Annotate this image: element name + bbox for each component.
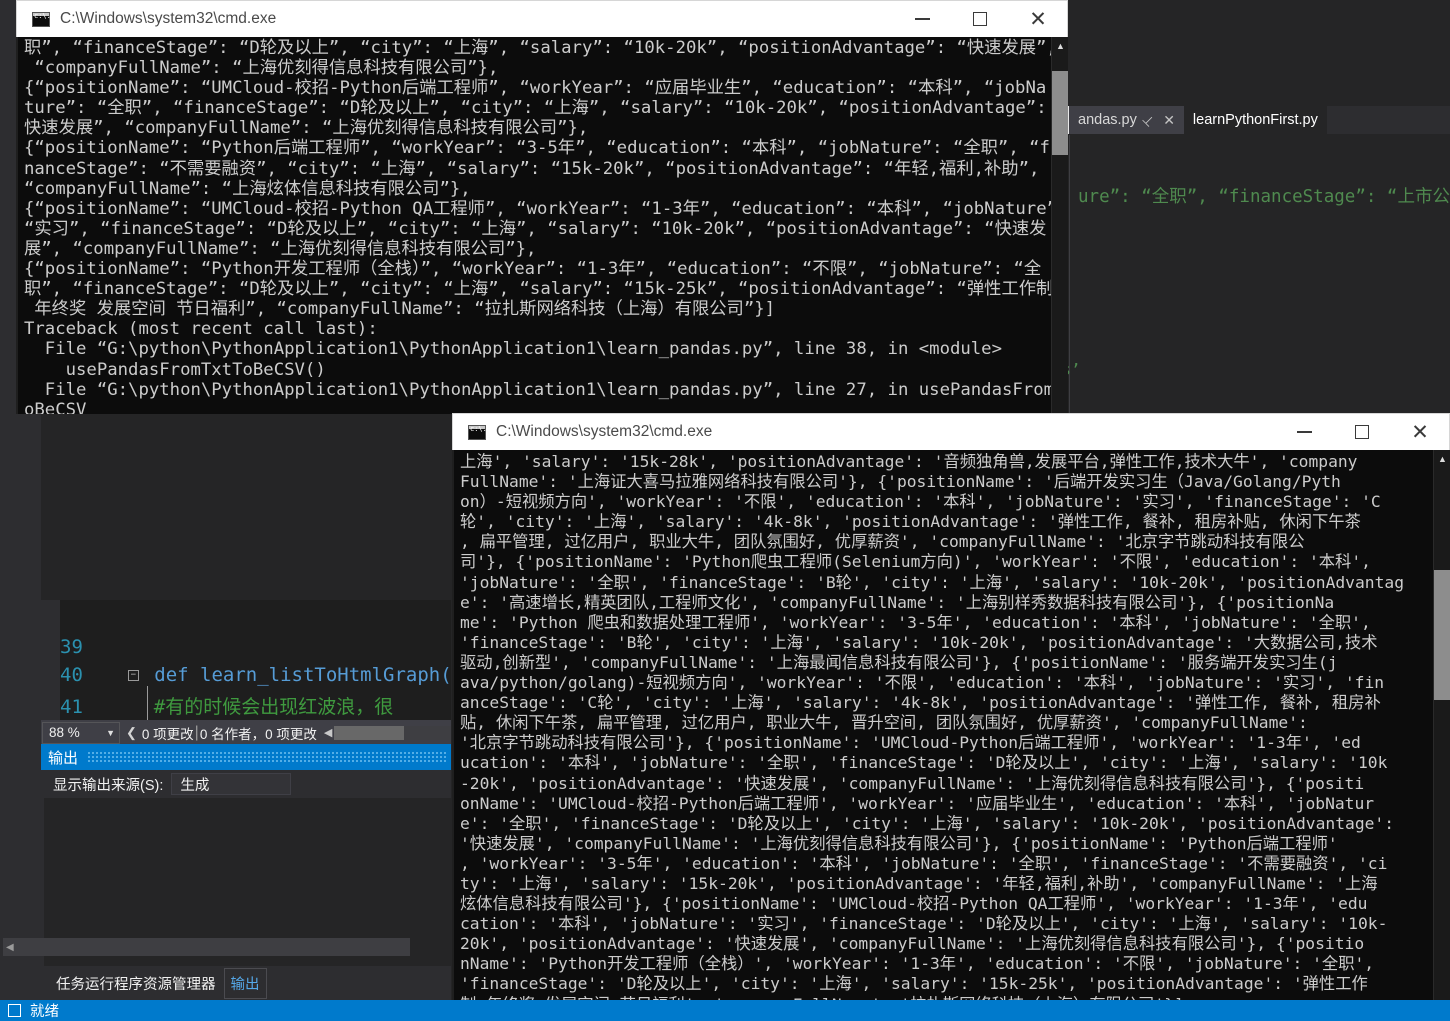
changes-count-right: 0 名作者，0 项更改 — [199, 726, 317, 742]
code-line-40: 40 − def learn_listToHtmlGraph(): — [60, 664, 475, 686]
tool-window-tab-strip: 任务运行程序资源管理器 输出 — [41, 966, 451, 1000]
cmd2-title: C:\Windows\system32\cmd.exe — [496, 423, 713, 440]
scroll-up-arrow-icon[interactable]: ▲ — [1052, 37, 1068, 54]
output-horizontal-scrollbar[interactable]: ◀ — [3, 938, 410, 956]
close-icon[interactable]: ✕ — [1163, 113, 1175, 127]
editor-horizontal-scrollbar[interactable] — [334, 725, 451, 740]
scrollbar-thumb[interactable] — [1052, 71, 1068, 155]
cmd-icon — [32, 11, 51, 27]
tab-icon-group: ⊥ ✕ — [1139, 111, 1175, 130]
changes-count-left: 0 项更改 — [141, 726, 194, 742]
cmd2-console-text: 上海', 'salary': '15k-28k', 'positionAdvan… — [460, 452, 1404, 1021]
code-line-39: 39 — [60, 636, 83, 658]
scrollbar-thumb[interactable] — [1434, 570, 1450, 700]
drag-handle-dots[interactable] — [87, 751, 447, 763]
cmd2-title-bar[interactable]: C:\Windows\system32\cmd.exe ✕ — [452, 413, 1450, 450]
vs-status-bar: 就绪 — [0, 1000, 1450, 1021]
fold-guide-line — [147, 686, 148, 722]
zoom-level-value: 88 % — [49, 725, 80, 740]
status-text: 就绪 — [30, 1004, 59, 1020]
cmd-window-1[interactable]: C:\Windows\system32\cmd.exe ✕ 职”, “finan… — [16, 0, 1068, 414]
screen: andas.py ⊥ ✕ learnPythonFirst.py ure”: “… — [0, 0, 1450, 1021]
line-number: 40 — [60, 664, 83, 686]
tab-task-runner-explorer[interactable]: 任务运行程序资源管理器 — [50, 969, 222, 998]
line-number: 39 — [60, 636, 83, 658]
close-icon[interactable]: ✕ — [1009, 1, 1067, 38]
cmd1-window-controls: ✕ — [893, 1, 1067, 38]
cmd1-console-body[interactable]: 职”, “financeStage”: “D轮及以上”, “city”: “上海… — [16, 37, 1068, 414]
tab-learn-python-first[interactable]: learnPythonFirst.py — [1183, 106, 1327, 134]
code-line-41: 41 #有的时候会出现红波浪，很 — [60, 692, 393, 719]
cmd2-console-body[interactable]: 上海', 'salary': '15k-28k', 'positionAdvan… — [452, 450, 1450, 1021]
code-text: def learn_listToHtmlGraph(): — [154, 664, 475, 686]
minimize-icon[interactable] — [893, 1, 951, 38]
fold-toggle-icon[interactable]: − — [127, 670, 139, 681]
scroll-up-arrow-icon[interactable]: ▲ — [1434, 450, 1450, 467]
scrollbar-thumb[interactable] — [334, 725, 405, 740]
tab-label: andas.py — [1078, 112, 1137, 128]
changes-separator: | — [194, 723, 199, 741]
output-source-value: 生成 — [180, 777, 210, 794]
cmd1-title: C:\Windows\system32\cmd.exe — [60, 10, 277, 27]
output-source-combobox[interactable]: 生成 — [171, 773, 292, 795]
editor-tab-strip: andas.py ⊥ ✕ learnPythonFirst.py — [1041, 106, 1450, 134]
close-icon[interactable]: ✕ — [1391, 414, 1449, 451]
editor-status-strip: 88 % ▼ ❮ 0 项更改 | 0 名作者，0 项更改 ◀ — [41, 720, 451, 744]
output-source-label: 显示输出来源(S): — [53, 777, 164, 794]
code-comment: #有的时候会出现红波浪，很 — [153, 696, 394, 718]
output-toolbar: 显示输出来源(S): 生成 — [41, 770, 451, 798]
minimize-icon[interactable] — [1275, 414, 1333, 451]
code-gutter — [41, 600, 60, 720]
scroll-left-arrow-icon[interactable]: ◀ — [324, 726, 332, 739]
cmd-icon — [468, 424, 487, 440]
output-title: 输出 — [48, 749, 79, 767]
editor-code-fragment: ure”: “全职”, “financeStage”: “上市公 — [1078, 187, 1450, 207]
cmd1-title-bar[interactable]: C:\Windows\system32\cmd.exe ✕ — [16, 0, 1068, 37]
tab-learn-pandas[interactable]: andas.py ⊥ ✕ — [1069, 106, 1184, 134]
maximize-icon[interactable] — [951, 1, 1009, 38]
zoom-level-combobox[interactable]: 88 % ▼ — [42, 721, 120, 744]
cmd1-console-text: 职”, “financeStage”: “D轮及以上”, “city”: “上海… — [24, 38, 1068, 414]
output-title-bar[interactable]: 输出 — [41, 744, 451, 770]
cmd2-scrollbar[interactable]: ▲ — [1433, 450, 1450, 1021]
maximize-icon[interactable] — [1333, 414, 1391, 451]
cmd2-window-controls: ✕ — [1275, 414, 1449, 451]
pin-icon[interactable]: ⊥ — [1139, 111, 1158, 130]
tab-label: learnPythonFirst.py — [1192, 112, 1318, 128]
cmd1-scrollbar[interactable]: ▲ — [1051, 37, 1068, 414]
line-number: 41 — [60, 696, 83, 718]
chevron-down-icon[interactable]: ▼ — [106, 728, 115, 738]
scroll-left-arrow-icon[interactable]: ◀ — [6, 942, 14, 953]
output-tool-window: 输出 显示输出来源(S): 生成 — [41, 744, 451, 1000]
cmd-window-2[interactable]: C:\Windows\system32\cmd.exe ✕ 上海', 'sala… — [452, 413, 1450, 1021]
ready-square-icon — [8, 1004, 21, 1017]
tab-output[interactable]: 输出 — [223, 967, 267, 999]
chevron-left-icon[interactable]: ❮ — [126, 725, 137, 741]
